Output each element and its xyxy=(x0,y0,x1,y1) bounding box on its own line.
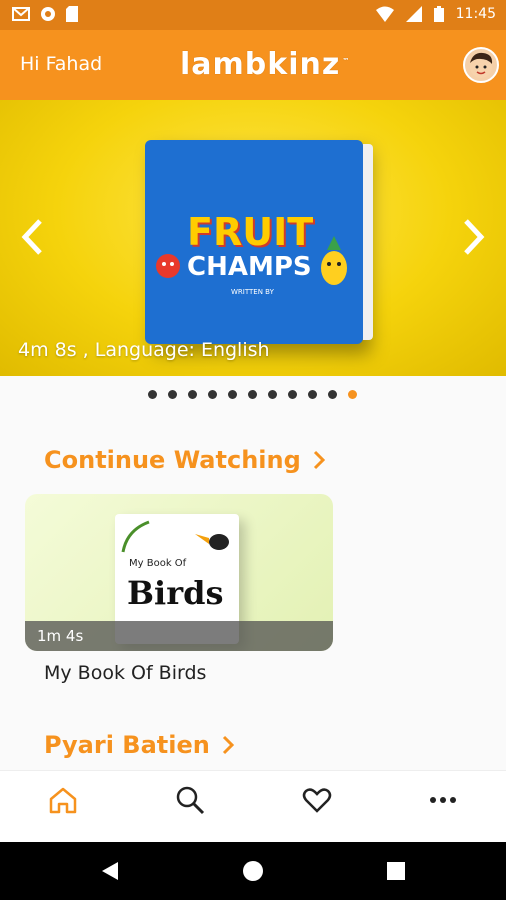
avatar-icon xyxy=(470,52,493,78)
wifi-icon xyxy=(375,6,394,22)
clock: 11:45 xyxy=(455,6,496,22)
recents-icon[interactable] xyxy=(387,862,405,880)
signal-icon xyxy=(405,6,422,22)
nav-more[interactable] xyxy=(428,785,460,817)
banner-caption: 4m 8s , Language: English xyxy=(18,339,270,361)
carousel-dot[interactable] xyxy=(228,390,237,399)
continue-watching-title: Continue Watching xyxy=(44,446,301,474)
carousel-dot[interactable] xyxy=(208,390,217,399)
carousel-dot[interactable] xyxy=(288,390,297,399)
book-author: WRITTEN BY xyxy=(231,288,274,296)
duration-text: 1m 4s xyxy=(37,627,84,645)
carousel-dot[interactable] xyxy=(188,390,197,399)
chevron-right-icon xyxy=(313,450,325,470)
carousel-dot-active[interactable] xyxy=(348,390,357,399)
toucan-icon xyxy=(195,534,229,550)
pyari-batien-title: Pyari Batien xyxy=(44,731,210,759)
greeting-text: Hi Fahad xyxy=(20,53,103,75)
carousel-dot[interactable] xyxy=(168,390,177,399)
chevron-left-icon[interactable] xyxy=(20,218,44,256)
nav-home[interactable] xyxy=(48,785,80,817)
continue-watching-header[interactable]: Continue Watching xyxy=(44,446,325,474)
carousel-dot[interactable] xyxy=(148,390,157,399)
featured-book-cover[interactable]: FRUIT CHAMPS WRITTEN BY xyxy=(145,140,373,344)
back-icon[interactable] xyxy=(100,861,120,881)
carousel-dot[interactable] xyxy=(268,390,277,399)
chevron-right-icon xyxy=(222,735,234,755)
card-title[interactable]: My Book Of Birds xyxy=(44,662,206,684)
app-bar: Hi Fahad lambkinz ™ xyxy=(0,30,506,100)
battery-icon xyxy=(433,6,444,22)
trademark-mark: ™ xyxy=(342,57,351,65)
search-icon xyxy=(176,786,205,815)
home-icon xyxy=(49,787,77,814)
book-title-line2: CHAMPS xyxy=(187,252,312,282)
bottom-navigation xyxy=(0,770,506,843)
duration-overlay: 1m 4s xyxy=(25,621,333,651)
pineapple-character-icon xyxy=(321,236,347,285)
book-title-line1: FRUIT xyxy=(187,210,314,254)
carousel-dot[interactable] xyxy=(308,390,317,399)
system-navigation-bar xyxy=(0,842,506,900)
sd-card-icon xyxy=(66,6,78,22)
carousel-dot[interactable] xyxy=(328,390,337,399)
more-icon xyxy=(430,797,456,803)
thumbnail-title: Birds xyxy=(127,574,224,612)
heart-icon xyxy=(302,788,332,813)
app-logo: lambkinz ™ xyxy=(180,47,350,82)
thumbnail-subtitle: My Book Of xyxy=(129,558,187,569)
sync-icon xyxy=(41,7,55,21)
continue-watching-card[interactable]: My Book Of Birds 1m 4s xyxy=(25,494,333,651)
leaf-decoration-icon xyxy=(121,520,150,553)
nav-search[interactable] xyxy=(175,785,207,817)
carousel-indicator[interactable] xyxy=(148,390,357,399)
carousel-dot[interactable] xyxy=(248,390,257,399)
chevron-right-icon[interactable] xyxy=(462,218,486,256)
status-bar: 11:45 xyxy=(0,0,506,30)
home-button-icon[interactable] xyxy=(243,861,263,881)
profile-avatar[interactable] xyxy=(463,47,499,83)
app-logo-text: lambkinz xyxy=(180,47,341,82)
tomato-character-icon xyxy=(156,254,180,278)
nav-favorites[interactable] xyxy=(302,785,334,817)
pyari-batien-header[interactable]: Pyari Batien xyxy=(44,731,234,759)
gmail-icon xyxy=(12,7,30,21)
featured-banner[interactable]: FRUIT CHAMPS WRITTEN BY 4m 8s , Language… xyxy=(0,100,506,376)
